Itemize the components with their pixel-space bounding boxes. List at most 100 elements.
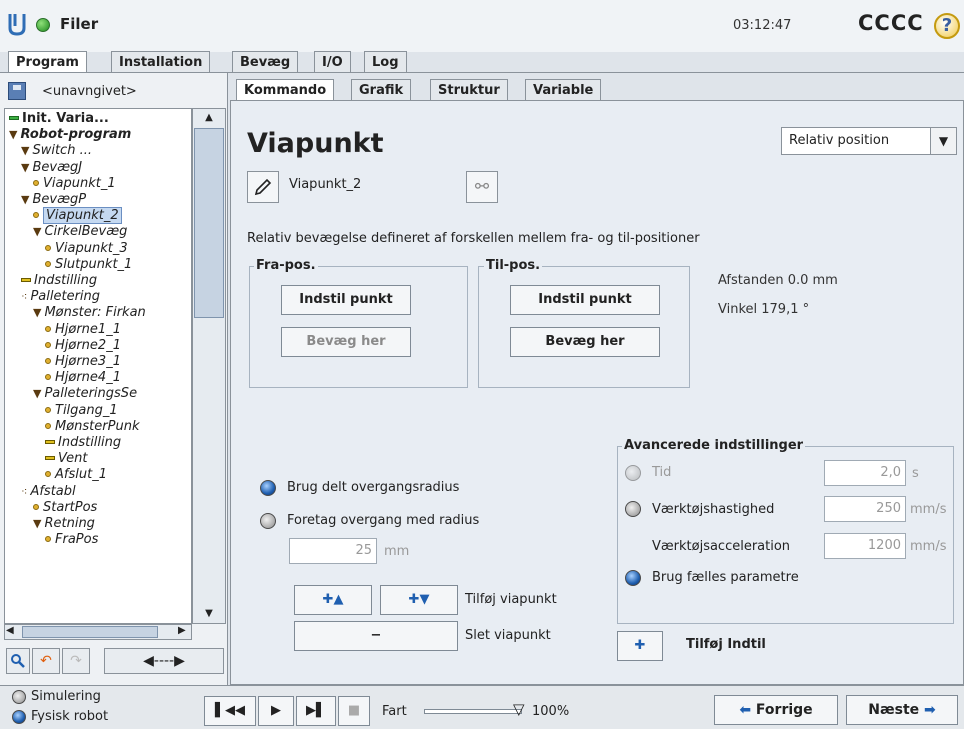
tab-log[interactable]: Log: [364, 51, 407, 73]
program-tree[interactable]: Init. Varia... ▼ Robot-program ▼ Switch ... ▼…: [4, 108, 192, 624]
waypoint-dot-icon: [33, 212, 39, 219]
tab-program[interactable]: Program: [8, 51, 87, 73]
tree-item[interactable]: Hjørne4_1: [45, 370, 121, 386]
tree-item[interactable]: ▼ BevægP: [21, 192, 86, 208]
speed-slider[interactable]: [424, 709, 522, 714]
redo-icon[interactable]: ↷: [62, 648, 90, 674]
angle-readout: Vinkel 179,1 °: [718, 302, 810, 317]
tree-item-label: Init. Varia...: [22, 111, 109, 126]
ur-logo-icon: [8, 12, 26, 36]
scroll-down-icon[interactable]: ▼: [194, 606, 224, 622]
scroll-right-icon[interactable]: ▶: [178, 625, 186, 636]
tree-item-label: Switch ...: [32, 143, 92, 159]
tree-item[interactable]: ▼ BevægJ: [21, 160, 82, 176]
tree-item[interactable]: Viapunkt_1: [33, 176, 116, 192]
scroll-left-icon[interactable]: ◀: [6, 625, 14, 636]
previous-button[interactable]: ⬅ Forrige: [714, 695, 838, 725]
shared-radius-radio[interactable]: [260, 480, 276, 496]
time-input[interactable]: 2,0: [824, 460, 906, 486]
tree-item[interactable]: Init. Varia...: [9, 111, 109, 127]
tree-item[interactable]: Viapunkt_2: [33, 207, 122, 225]
tree-item[interactable]: ⁖ Afstabl: [21, 484, 76, 500]
blend-radius-input[interactable]: 25: [289, 538, 377, 564]
tab-command[interactable]: Kommando: [236, 79, 335, 100]
time-unit: s: [912, 466, 919, 481]
add-waypoint-before-button[interactable]: ✚▲: [294, 585, 372, 615]
tree-item[interactable]: Tilgang_1: [45, 403, 118, 419]
expand-triangle-icon: ▼: [21, 193, 30, 206]
help-icon[interactable]: ?: [934, 13, 960, 39]
tree-item[interactable]: StartPos: [33, 500, 97, 516]
tree-item[interactable]: ⁖ Palletering: [21, 289, 100, 305]
tree-item[interactable]: Indstilling: [45, 435, 121, 451]
add-waypoint-after-button[interactable]: ✚▼: [380, 585, 458, 615]
speed-value: 100%: [532, 704, 570, 719]
add-waypoint-label: Tilføj viapunkt: [465, 592, 557, 607]
waypoint-dot-icon: [45, 260, 51, 267]
tree-item[interactable]: Hjørne3_1: [45, 354, 121, 370]
add-until-button[interactable]: ✚: [617, 631, 663, 661]
save-icon[interactable]: [8, 82, 26, 100]
to-set-point-button[interactable]: Indstil punkt: [510, 285, 660, 315]
tree-item[interactable]: Indstilling: [21, 273, 97, 289]
tree-item[interactable]: Vent: [45, 451, 87, 467]
expand-triangle-icon: ▼: [21, 144, 30, 158]
tree-item-label: CirkelBevæg: [44, 224, 128, 240]
plus-up-icon: ✚▲: [322, 592, 344, 607]
tool-speed-unit: mm/s: [910, 502, 947, 517]
to-move-here-button[interactable]: Bevæg her: [510, 327, 660, 357]
waypoint-dot-icon: [33, 179, 39, 186]
tree-item[interactable]: ▼ Retning: [33, 516, 95, 532]
play-icon[interactable]: ▶: [258, 696, 294, 726]
next-button[interactable]: Næste ➡: [846, 695, 958, 725]
undo-icon[interactable]: ↶: [32, 648, 60, 674]
time-radio[interactable]: [625, 465, 641, 481]
tree-item[interactable]: ▼ PalleteringsSe: [33, 386, 137, 402]
robot-name: CCCC: [858, 11, 924, 35]
tree-item[interactable]: Hjørne1_1: [45, 322, 121, 338]
tool-speed-input[interactable]: 250: [824, 496, 906, 522]
tree-item[interactable]: ▼ Mønster: Firkan: [33, 305, 146, 321]
tree-item-label: Hjørne3_1: [55, 354, 121, 369]
speed-slider-knob-icon[interactable]: ▽: [513, 700, 531, 720]
tree-item[interactable]: MønsterPunk: [45, 419, 139, 435]
tree-item[interactable]: Hjørne2_1: [45, 338, 121, 354]
tab-variables[interactable]: Variable: [525, 79, 602, 100]
step-forward-icon[interactable]: ▶▌: [296, 696, 336, 726]
scroll-up-icon[interactable]: ▲: [194, 110, 224, 126]
from-move-here-button[interactable]: Bevæg her: [281, 327, 411, 357]
tree-item[interactable]: ▼ Robot-program: [9, 127, 131, 143]
tree-item[interactable]: Afslut_1: [45, 467, 107, 483]
delete-waypoint-button[interactable]: −: [294, 621, 458, 651]
simulation-radio[interactable]: [12, 690, 26, 704]
tab-io[interactable]: I/O: [314, 51, 351, 73]
tab-structure[interactable]: Struktur: [430, 79, 508, 100]
status-indicator-icon: [36, 18, 50, 32]
real-robot-radio[interactable]: [12, 710, 26, 724]
skip-back-icon[interactable]: ▌◀◀: [204, 696, 256, 726]
link-icon[interactable]: ⚯: [466, 171, 498, 203]
rename-pencil-icon[interactable]: [247, 171, 279, 203]
move-arrows-icon[interactable]: ◀----▶: [104, 648, 224, 674]
file-menu[interactable]: Filer: [60, 15, 98, 33]
tree-item[interactable]: FraPos: [45, 532, 98, 548]
tree-item-label: FraPos: [55, 532, 99, 548]
scroll-thumb[interactable]: [194, 128, 224, 318]
page-title: Viapunkt: [247, 128, 384, 159]
tree-item[interactable]: ▼ Switch ...: [21, 143, 92, 159]
tool-accel-input[interactable]: 1200: [824, 533, 906, 559]
chevron-down-icon[interactable]: ▼: [930, 128, 956, 154]
hscroll-thumb[interactable]: [22, 626, 158, 638]
tab-move[interactable]: Bevæg: [232, 51, 299, 73]
from-set-point-button[interactable]: Indstil punkt: [281, 285, 411, 315]
tree-item[interactable]: Viapunkt_3: [45, 241, 128, 257]
tab-installation[interactable]: Installation: [111, 51, 211, 73]
tree-item[interactable]: Slutpunkt_1: [45, 257, 132, 273]
stop-icon[interactable]: ■: [338, 696, 370, 726]
search-icon[interactable]: [6, 648, 30, 674]
tab-graphics[interactable]: Grafik: [351, 79, 412, 100]
blend-radius-radio[interactable]: [260, 513, 276, 529]
common-params-radio[interactable]: [625, 570, 641, 586]
tree-item[interactable]: ▼ CirkelBevæg: [33, 224, 127, 240]
tool-speed-radio[interactable]: [625, 501, 641, 517]
